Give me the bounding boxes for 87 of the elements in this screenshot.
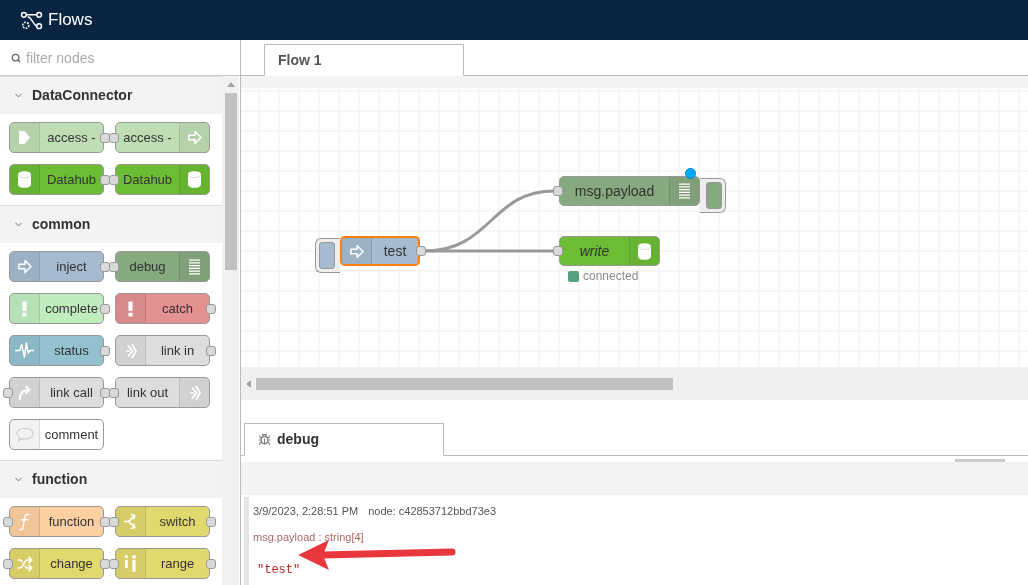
node-label: status [53,341,90,360]
palette-node[interactable]: inject [9,251,104,282]
fork-icon [124,513,137,530]
exclamation-icon [22,300,27,317]
exclamation-icon [128,300,133,317]
node-label: write [578,241,611,261]
palette-node[interactable]: switch [115,506,210,537]
palette-node[interactable]: catch [115,293,210,324]
node-label: link in [159,341,196,360]
message-value: "test" [257,563,301,577]
node-label: function [47,512,96,531]
pulse-icon [15,342,34,359]
flow-tab[interactable]: Flow 1 [264,44,464,76]
bug-icon [258,433,271,446]
arrow-outline-icon [349,243,364,259]
node-label: Datahub [45,170,98,189]
palette-node[interactable]: range [115,548,210,579]
node-label: catch [160,299,195,318]
palette-node[interactable]: change [9,548,104,579]
node-button[interactable] [700,178,726,213]
palette-node[interactable]: link out [115,377,210,408]
palette-node[interactable]: status [9,335,104,366]
node-label: link out [125,383,170,402]
palette-node[interactable]: Datahub [9,164,104,195]
shuffle-icon [16,555,33,572]
palette-node[interactable]: link call [9,377,104,408]
palette-node[interactable]: link in [115,335,210,366]
cylinder-icon [638,242,651,260]
status-text: connected [583,269,639,283]
arrow-icon [19,130,30,145]
scrollbar-track[interactable] [222,76,239,585]
filter-input[interactable]: filter nodes [26,40,240,75]
node-label: complete [44,299,99,318]
flow-node[interactable]: msg.payload [559,176,700,206]
port-icon [553,186,563,196]
flows-icon [20,10,43,30]
search-icon [11,52,21,63]
node-label: comment [43,425,100,444]
palette-node[interactable]: comment [9,419,104,450]
node-label: access - [46,128,97,147]
node-label: range [159,554,196,573]
node-button[interactable] [315,238,340,273]
palette-node[interactable]: complete [9,293,104,324]
chevron-arrow-icon [188,384,201,401]
node-label: Datahub [121,170,174,189]
flow-node[interactable]: write [559,236,660,266]
palette-node[interactable]: debug [115,251,210,282]
cylinder-icon [18,171,31,188]
palette-node[interactable]: access - [9,122,104,153]
list-icon [679,183,690,199]
wire[interactable] [425,249,554,253]
message-topic: msg.payload : string[4] [253,531,364,543]
list-icon [189,258,200,275]
port-icon [416,246,426,256]
chevron-arrow-icon [124,342,137,359]
node-label: change [49,554,94,573]
palette-node[interactable]: function [9,506,104,537]
node-label: switch [158,512,197,531]
wire[interactable] [424,189,555,253]
flow-node[interactable]: test [340,236,420,266]
app-title: Flows [48,9,93,32]
scrollbar-thumb[interactable] [256,377,673,390]
message-node[interactable]: node: c42853712bbd73e3 [368,504,497,518]
node-label: link call [49,383,94,402]
scrollbar-track[interactable] [241,367,1028,400]
function-icon [19,512,30,531]
speech-bubble-icon [15,427,34,442]
sidebar-tab[interactable]: debug [244,423,444,456]
palette-node[interactable]: access - [115,122,210,153]
scroll-left-icon[interactable] [246,379,251,388]
range-icon [125,555,136,572]
flow-canvas[interactable]: test msg.payload write connected [241,88,1028,367]
arrow-outline-icon [17,259,32,274]
arrow-outline-icon [187,130,202,145]
message-time: 3/9/2023, 2:28:51 PM [253,504,359,518]
node-label: debug [128,257,167,276]
palette-node[interactable]: Datahub [115,164,210,195]
curved-arrow-icon [17,385,32,400]
node-label: inject [55,257,88,276]
resize-handle[interactable] [955,459,1005,462]
port-icon [553,246,563,256]
scrollbar-thumb[interactable] [224,93,237,270]
cylinder-icon [188,171,201,188]
node-label: msg.payload [573,181,656,201]
scroll-up-icon[interactable] [226,82,235,87]
node-label: access - [122,128,173,147]
node-label: test [382,241,408,261]
